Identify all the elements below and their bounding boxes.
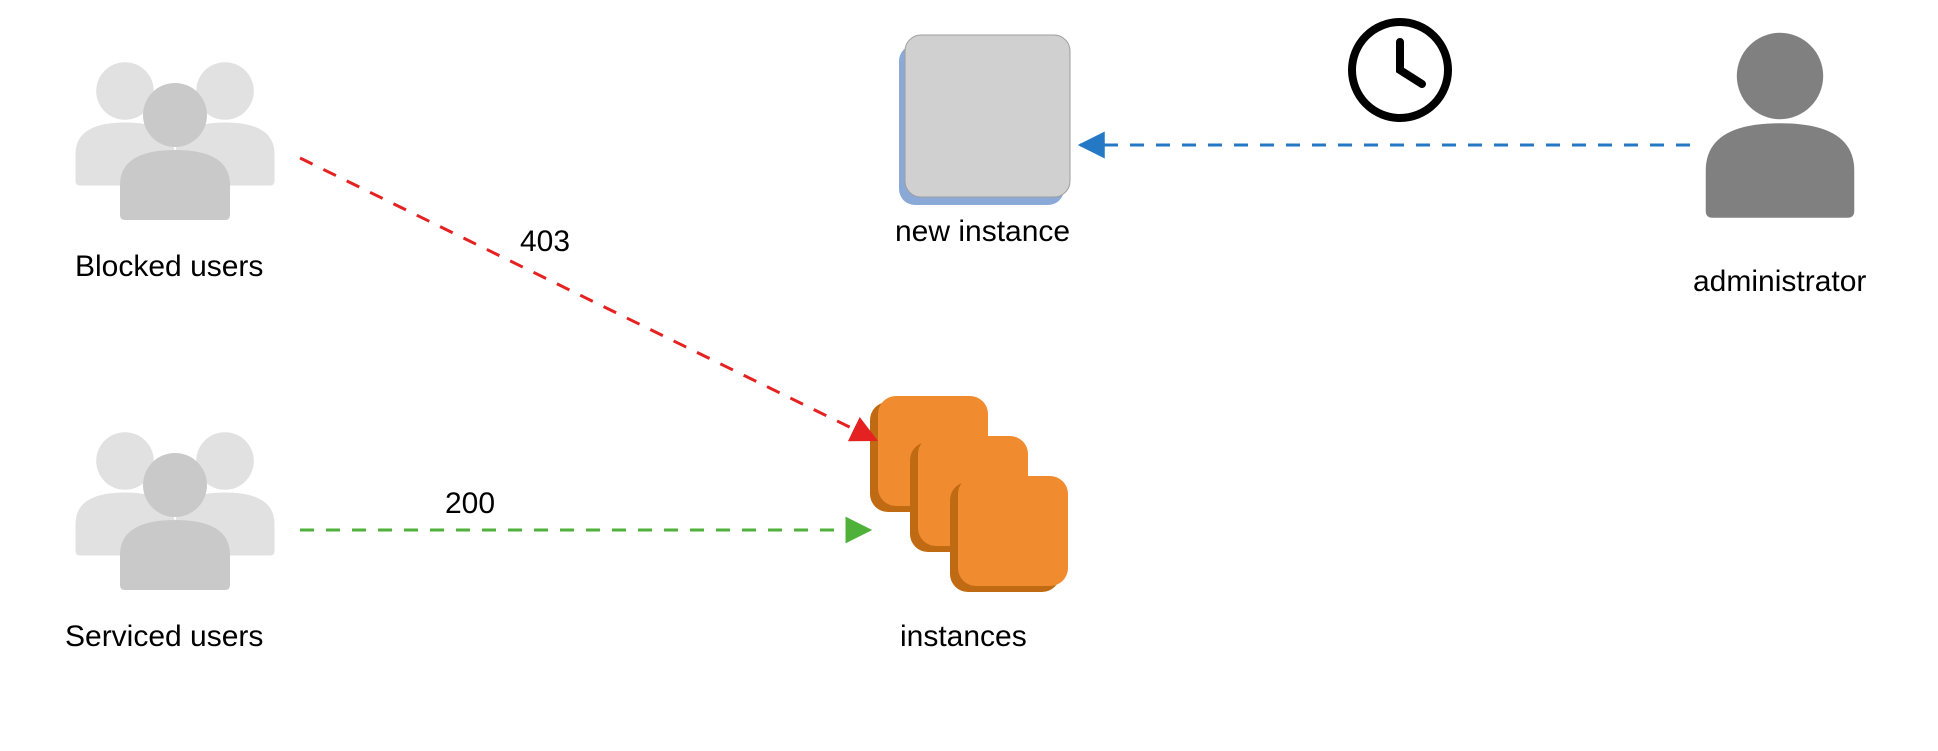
edge-403-label: 403 — [520, 225, 570, 259]
diagram-root: Blocked users Serviced users new instanc… — [0, 0, 1938, 751]
serviced-users-label: Serviced users — [65, 620, 263, 654]
instances-label: instances — [900, 620, 1027, 654]
blocked-users-label: Blocked users — [75, 250, 263, 284]
clock-icon — [1352, 22, 1448, 118]
serviced-users-icon — [76, 432, 275, 590]
new-instance-box — [899, 35, 1070, 205]
administrator-label: administrator — [1693, 265, 1866, 299]
edge-200-label: 200 — [445, 487, 495, 521]
blocked-users-icon — [76, 62, 275, 220]
new-instance-label: new instance — [895, 215, 1070, 249]
instances-stack — [870, 396, 1068, 592]
edge-blocked-to-instances — [300, 158, 876, 440]
administrator-icon — [1706, 33, 1855, 218]
